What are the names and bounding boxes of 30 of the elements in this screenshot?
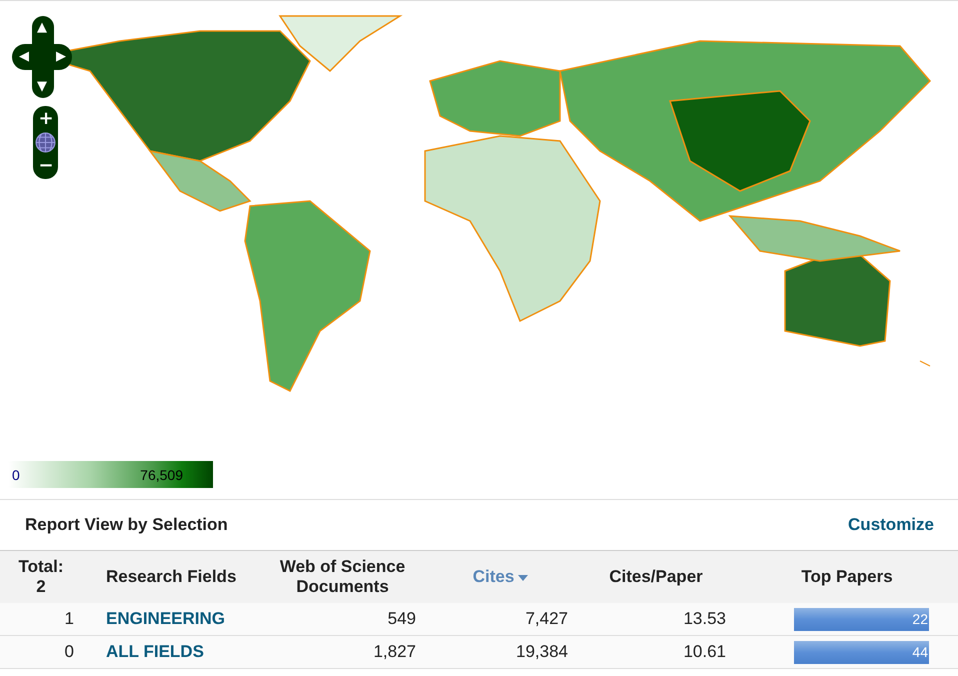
table-cell-text: 7,427 — [524, 609, 569, 629]
column-header[interactable]: Research Fields — [106, 567, 236, 587]
customize-link[interactable]: Customize — [848, 515, 934, 535]
table-cell-text: 1,827 — [372, 642, 417, 662]
column-header[interactable]: Cites/Paper — [609, 567, 703, 587]
column-header[interactable]: Web of Science Documents — [260, 557, 425, 597]
table-cell-text: 1 — [64, 609, 75, 629]
zoom-out-button[interactable]: − — [37, 157, 55, 175]
zoom-in-button[interactable]: + — [37, 110, 55, 128]
field-link[interactable]: ENGINEERING — [106, 609, 226, 628]
table-cell-text: 10.61 — [682, 642, 727, 662]
pan-up-button[interactable]: ▲ — [33, 19, 51, 37]
total-label: Total: — [18, 557, 64, 577]
globe-icon[interactable] — [35, 132, 56, 153]
column-header[interactable]: Top Papers — [801, 567, 893, 587]
legend-max: 76,509 — [140, 466, 183, 482]
total-count: 2 — [36, 577, 46, 597]
table-cell-text: 19,384 — [515, 642, 569, 662]
legend-min: 0 — [12, 466, 20, 482]
sort-caret-icon — [518, 574, 528, 581]
pan-left-button[interactable]: ◀ — [15, 48, 33, 66]
top-papers-bar: 44 — [794, 640, 929, 664]
table-cell-text: 0 — [64, 642, 75, 662]
report-title: Report View by Selection — [25, 515, 228, 535]
pan-down-button[interactable]: ▼ — [33, 78, 51, 96]
top-papers-bar: 22 — [794, 608, 929, 630]
field-link[interactable]: ALL FIELDS — [106, 642, 204, 661]
table-cell-text: 13.53 — [682, 609, 727, 629]
table-cell-text: 549 — [386, 609, 417, 629]
pan-right-button[interactable]: ▶ — [52, 48, 70, 66]
